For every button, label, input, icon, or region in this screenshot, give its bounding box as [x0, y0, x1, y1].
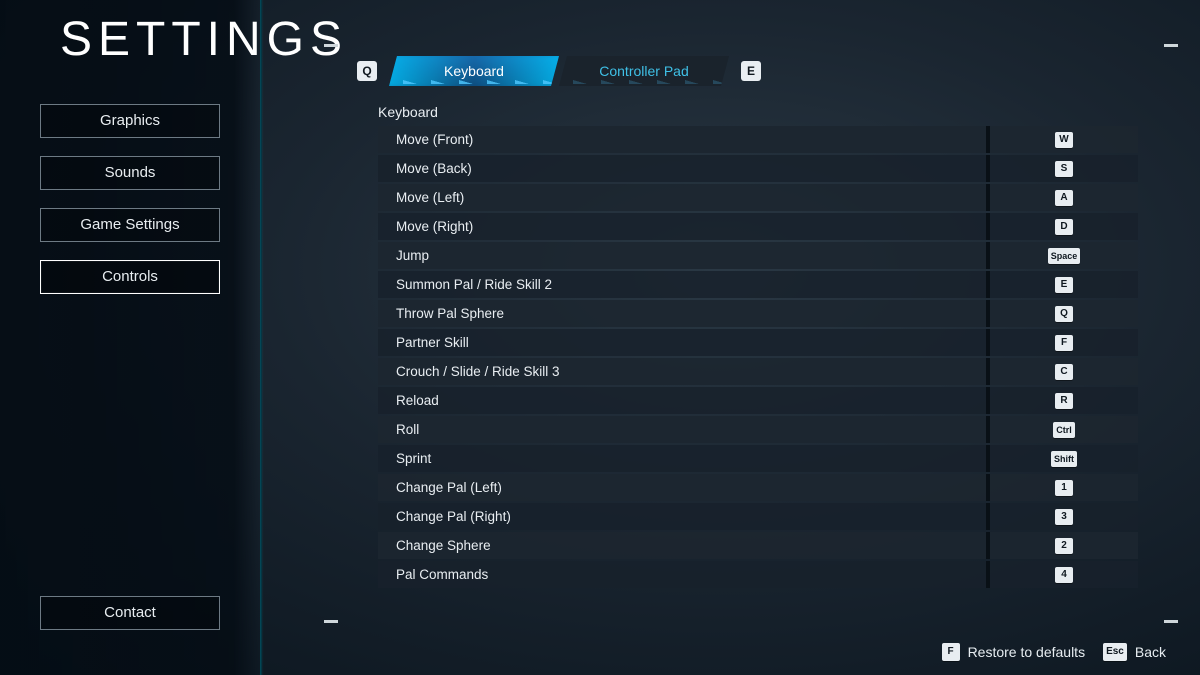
- binding-action-label: Move (Left): [378, 184, 990, 211]
- binding-row[interactable]: Change Pal (Left) 1: [378, 474, 1138, 501]
- binding-key-cell[interactable]: 4: [990, 561, 1138, 588]
- back-key-icon: Esc: [1103, 643, 1127, 661]
- binding-action-label: Change Sphere: [378, 532, 990, 559]
- tab-label: Keyboard: [444, 63, 504, 79]
- binding-row[interactable]: Partner Skill F: [378, 329, 1138, 356]
- keycap-icon: Shift: [1051, 451, 1077, 467]
- keycap-icon: 1: [1055, 480, 1073, 496]
- binding-key-cell[interactable]: 1: [990, 474, 1138, 501]
- sidebar: [0, 0, 262, 675]
- binding-action-label: Summon Pal / Ride Skill 2: [378, 271, 990, 298]
- binding-row[interactable]: Move (Right) D: [378, 213, 1138, 240]
- binding-action-label: Move (Right): [378, 213, 990, 240]
- keycap-icon: Q: [1055, 306, 1073, 322]
- restore-key-icon: F: [942, 643, 960, 661]
- binding-action-label: Move (Back): [378, 155, 990, 182]
- tab-keyboard[interactable]: Keyboard: [389, 56, 559, 86]
- binding-row[interactable]: Roll Ctrl: [378, 416, 1138, 443]
- dash-bottom-left: [324, 620, 338, 623]
- binding-action-label: Reload: [378, 387, 990, 414]
- binding-key-cell[interactable]: 2: [990, 532, 1138, 559]
- binding-row[interactable]: Summon Pal / Ride Skill 2 E: [378, 271, 1138, 298]
- keycap-icon: 3: [1055, 509, 1073, 525]
- binding-row[interactable]: Crouch / Slide / Ride Skill 3 C: [378, 358, 1138, 385]
- contact-button[interactable]: Contact: [40, 596, 220, 630]
- binding-key-cell[interactable]: C: [990, 358, 1138, 385]
- binding-key-cell[interactable]: F: [990, 329, 1138, 356]
- binding-row[interactable]: Reload R: [378, 387, 1138, 414]
- binding-row[interactable]: Pal Commands 4: [378, 561, 1138, 588]
- binding-key-cell[interactable]: 3: [990, 503, 1138, 530]
- tabs: Q Keyboard Controller Pad E: [345, 56, 773, 86]
- keycap-icon: A: [1055, 190, 1073, 206]
- tab-label: Controller Pad: [599, 63, 689, 79]
- keycap-icon: E: [1055, 277, 1073, 293]
- sidebar-glow: [260, 0, 264, 675]
- sidebar-item-controls[interactable]: Controls: [40, 260, 220, 294]
- side-menu: Graphics Sounds Game Settings Controls: [40, 104, 220, 312]
- keycap-icon: W: [1055, 132, 1073, 148]
- dash-top-left: [324, 44, 338, 47]
- page-title: SETTINGS: [60, 12, 348, 67]
- binding-key-cell[interactable]: Q: [990, 300, 1138, 327]
- keycap-icon: Ctrl: [1053, 422, 1075, 438]
- prev-tab-key-icon: Q: [357, 61, 377, 81]
- dash-top-right: [1164, 44, 1178, 47]
- binding-action-label: Move (Front): [378, 126, 990, 153]
- binding-row[interactable]: Change Pal (Right) 3: [378, 503, 1138, 530]
- binding-action-label: Change Pal (Right): [378, 503, 990, 530]
- bindings-list: Move (Front)WMove (Back)SMove (Left)AMov…: [378, 126, 1138, 590]
- binding-key-cell[interactable]: S: [990, 155, 1138, 182]
- binding-action-label: Pal Commands: [378, 561, 990, 588]
- keycap-icon: F: [1055, 335, 1073, 351]
- binding-key-cell[interactable]: R: [990, 387, 1138, 414]
- next-tab-key-icon: E: [741, 61, 761, 81]
- binding-action-label: Change Pal (Left): [378, 474, 990, 501]
- binding-row[interactable]: Move (Back) S: [378, 155, 1138, 182]
- binding-key-cell[interactable]: A: [990, 184, 1138, 211]
- binding-action-label: Roll: [378, 416, 990, 443]
- binding-key-cell[interactable]: Space: [990, 242, 1138, 269]
- binding-key-cell[interactable]: Shift: [990, 445, 1138, 472]
- restore-defaults-button[interactable]: F Restore to defaults: [942, 643, 1086, 661]
- sidebar-item-sounds[interactable]: Sounds: [40, 156, 220, 190]
- binding-action-label: Sprint: [378, 445, 990, 472]
- sidebar-item-graphics[interactable]: Graphics: [40, 104, 220, 138]
- binding-action-label: Jump: [378, 242, 990, 269]
- binding-row[interactable]: Sprint Shift: [378, 445, 1138, 472]
- sidebar-item-game-settings[interactable]: Game Settings: [40, 208, 220, 242]
- binding-row[interactable]: Jump Space: [378, 242, 1138, 269]
- keycap-icon: Space: [1048, 248, 1081, 264]
- binding-row[interactable]: Move (Front) W: [378, 126, 1138, 153]
- keycap-icon: S: [1055, 161, 1073, 177]
- binding-key-cell[interactable]: Ctrl: [990, 416, 1138, 443]
- back-button[interactable]: Esc Back: [1103, 643, 1166, 661]
- binding-row[interactable]: Throw Pal Sphere Q: [378, 300, 1138, 327]
- keycap-icon: 2: [1055, 538, 1073, 554]
- back-label: Back: [1135, 644, 1166, 660]
- binding-key-cell[interactable]: W: [990, 126, 1138, 153]
- binding-action-label: Throw Pal Sphere: [378, 300, 990, 327]
- keycap-icon: C: [1055, 364, 1073, 380]
- binding-key-cell[interactable]: E: [990, 271, 1138, 298]
- keycap-icon: R: [1055, 393, 1073, 409]
- keycap-icon: 4: [1055, 567, 1073, 583]
- tab-controller-pad[interactable]: Controller Pad: [559, 56, 729, 86]
- binding-row[interactable]: Change Sphere 2: [378, 532, 1138, 559]
- dash-bottom-right: [1164, 620, 1178, 623]
- binding-key-cell[interactable]: D: [990, 213, 1138, 240]
- binding-action-label: Crouch / Slide / Ride Skill 3: [378, 358, 990, 385]
- section-title: Keyboard: [378, 104, 438, 120]
- binding-row[interactable]: Move (Left) A: [378, 184, 1138, 211]
- keycap-icon: D: [1055, 219, 1073, 235]
- footer: F Restore to defaults Esc Back: [0, 643, 1200, 661]
- binding-action-label: Partner Skill: [378, 329, 990, 356]
- restore-label: Restore to defaults: [968, 644, 1086, 660]
